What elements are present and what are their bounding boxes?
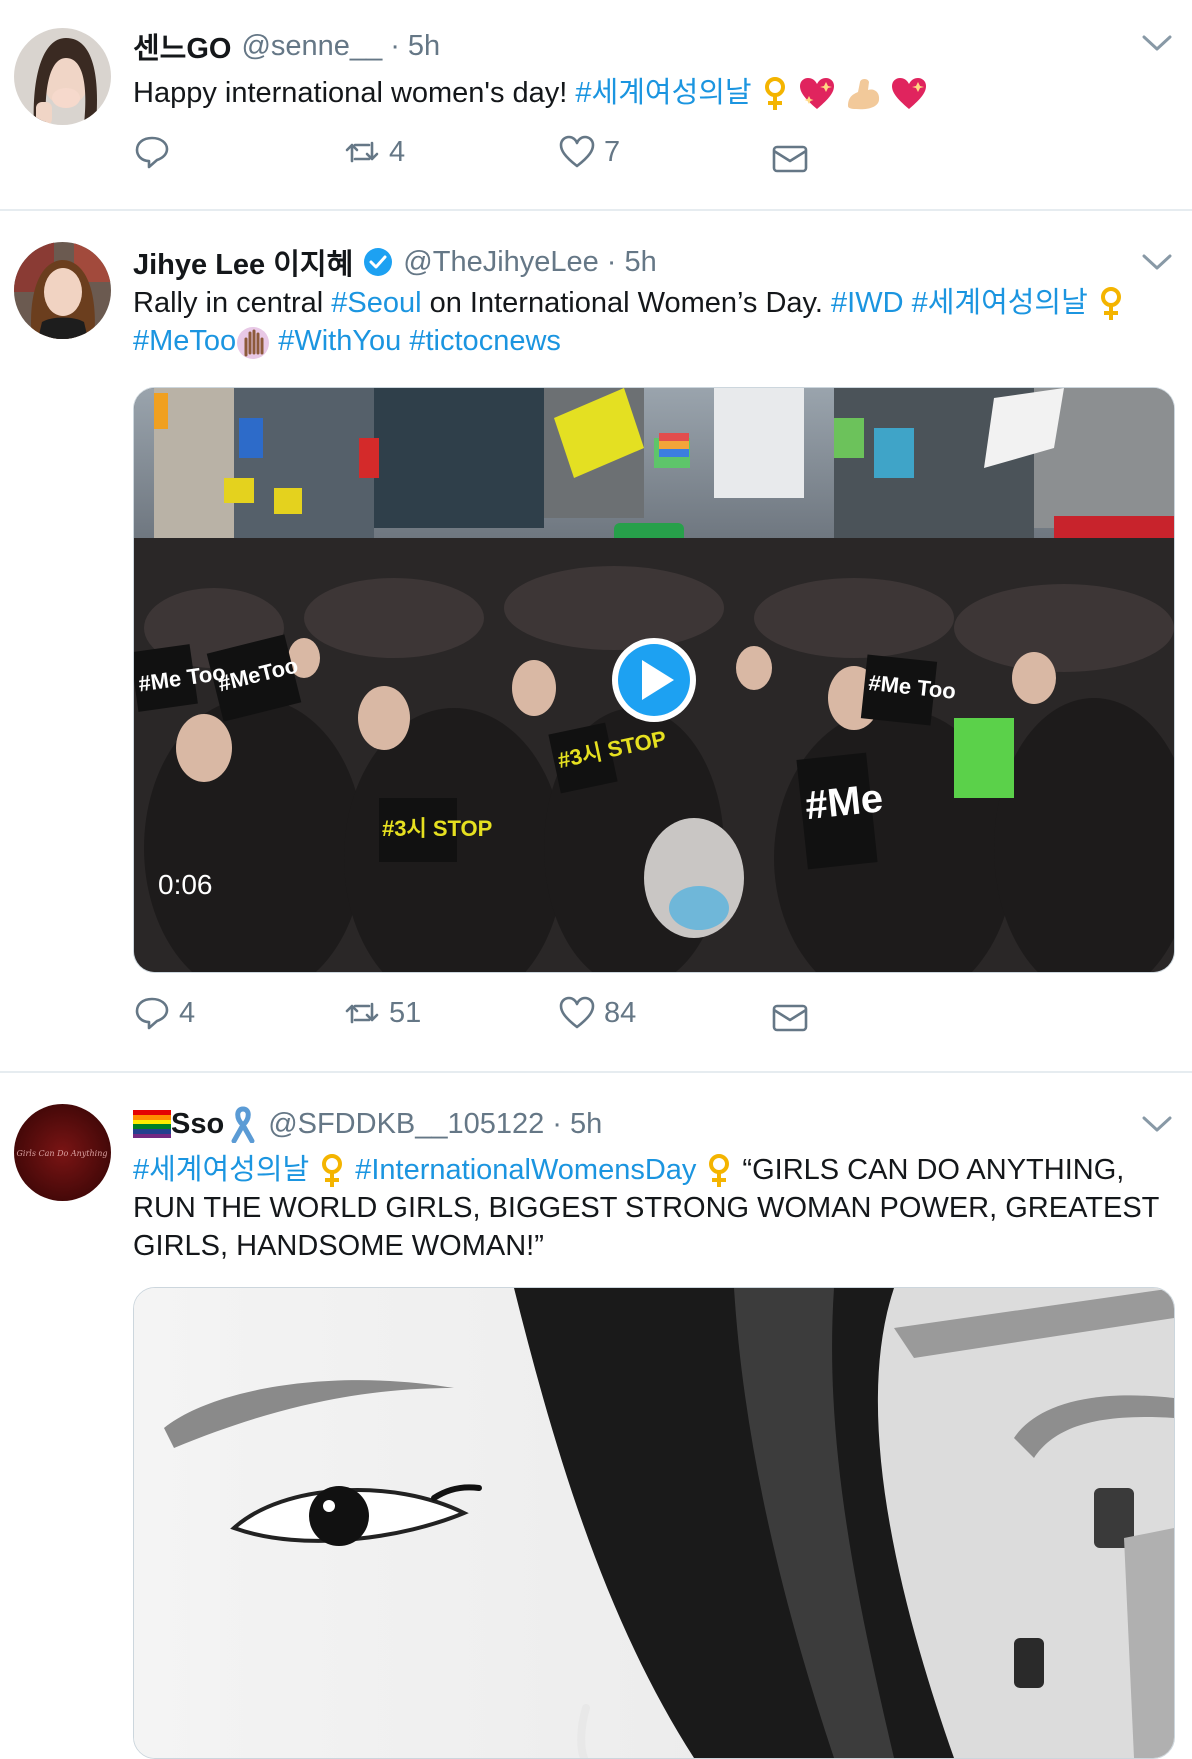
rainbow-flag-emoji [133, 1110, 171, 1138]
video-player[interactable]: #Me Too #3시 STOP #MeToo #Me Too #3시 STOP… [133, 387, 1175, 973]
hashtag-link[interactable]: #세계여성의날 [133, 1154, 309, 1186]
like-count: 7 [604, 135, 621, 168]
separator: · [390, 29, 400, 62]
avatar[interactable] [14, 242, 111, 339]
retweet-arrows-icon [345, 141, 379, 163]
tweet-actions: 4 51 84 [133, 993, 833, 1033]
tweet-text: Happy international women's day! #세계여성의날 [133, 74, 1173, 112]
tweet-image[interactable] [133, 1287, 1175, 1759]
raised-hand-emoji [237, 326, 270, 359]
video-duration: 0:06 [158, 869, 213, 900]
hashtag-link[interactable]: #tictocnews [409, 325, 561, 357]
hashtag-link[interactable]: #InternationalWomensDay [355, 1154, 696, 1186]
like-count: 84 [604, 996, 637, 1029]
speech-bubble-icon [135, 997, 169, 1030]
timestamp[interactable]: 5h [624, 246, 656, 279]
handle[interactable]: @SFDDKB__105122 [268, 1108, 544, 1141]
hashtag-link[interactable]: #WithYou [278, 325, 401, 357]
female-sign-emoji [322, 1154, 343, 1188]
retweet-button[interactable]: 4 [343, 132, 405, 172]
envelope-icon [772, 145, 808, 173]
handle[interactable]: @senne__ [241, 30, 382, 63]
tweet-text: Rally in central #Seoul on International… [133, 284, 1173, 361]
retweet-arrows-icon [345, 1002, 379, 1024]
female-sign-emoji [764, 77, 785, 111]
avatar-logo-text: Girls Can Do Anything [17, 1149, 108, 1158]
display-name[interactable]: 센느GO [133, 25, 231, 67]
play-icon[interactable] [612, 638, 696, 722]
reply-count: 4 [179, 996, 196, 1029]
avatar[interactable]: Girls Can Do Anything [14, 1104, 111, 1201]
female-sign-emoji [1100, 287, 1121, 321]
timestamp[interactable]: 5h [570, 1108, 602, 1141]
chevron-down-icon[interactable] [1140, 32, 1174, 54]
display-name[interactable]: Sso [171, 1108, 224, 1141]
ribbon-emoji [231, 1106, 255, 1143]
hashtag-link[interactable]: #Seoul [331, 287, 421, 319]
retweet-button[interactable]: 51 [343, 993, 421, 1033]
timestamp[interactable]: 5h [408, 30, 440, 63]
separator: · [606, 245, 617, 278]
hashtag-link[interactable]: #MeToo [133, 325, 236, 357]
selfie-photo [134, 1288, 1174, 1758]
tweet-3[interactable]: Girls Can Do Anything Sso @SFDDKB__10512… [0, 1073, 1192, 1759]
like-button[interactable]: 84 [558, 993, 636, 1033]
direct-message-button[interactable] [771, 138, 809, 178]
tweet-text: #세계여성의날 #InternationalWomensDay “GIRLS CAN… [133, 1151, 1173, 1265]
like-button[interactable]: 7 [558, 132, 620, 172]
display-name[interactable]: Jihye Lee 이지혜 [133, 241, 353, 283]
video-thumbnail: #Me Too #3시 STOP #MeToo #Me Too #3시 STOP… [134, 388, 1174, 972]
tweet-body: Rally in central [133, 287, 332, 319]
tweet-header: Jihye Lee 이지혜 @TheJihyeLee · 5h [133, 242, 657, 282]
hashtag-link[interactable]: #세계여성의날 [575, 77, 751, 109]
tweet-header: 센느GO @senne__ · 5h [133, 26, 440, 66]
tweet-1[interactable]: 센느GO @senne__ · 5h Happy international w… [0, 0, 1192, 210]
tweet-body: on International Women’s Day. [421, 287, 832, 319]
sparkling-heart-emoji [891, 78, 926, 110]
avatar[interactable] [14, 28, 111, 125]
handle[interactable]: @TheJihyeLee [403, 246, 599, 279]
reply-button[interactable]: 4 [133, 993, 195, 1033]
speech-bubble-icon [135, 136, 169, 169]
direct-message-button[interactable] [771, 997, 809, 1037]
tweet-body: Happy international women's day! [133, 77, 576, 109]
verified-badge-icon [364, 248, 393, 276]
envelope-icon [772, 1004, 808, 1032]
chevron-down-icon[interactable] [1140, 1113, 1174, 1135]
heart-icon [559, 135, 595, 168]
tweet-2[interactable]: Jihye Lee 이지혜 @TheJihyeLee · 5h Rally in… [0, 211, 1192, 1071]
hashtag-link[interactable]: #세계여성의날 [912, 287, 1088, 319]
reply-button[interactable] [133, 132, 179, 172]
hashtag-link[interactable]: #IWD [831, 287, 904, 319]
tweet-header: Sso @SFDDKB__105122 · 5h [133, 1104, 602, 1144]
retweet-count: 51 [389, 996, 422, 1029]
protest-sign-text: #3시 STOP [382, 816, 492, 841]
retweet-count: 4 [389, 135, 406, 168]
heart-icon [559, 996, 595, 1029]
chevron-down-icon[interactable] [1140, 251, 1174, 273]
tweet-actions: 4 7 [133, 132, 833, 173]
female-sign-emoji [709, 1154, 730, 1188]
sparkling-heart-emoji [799, 78, 834, 110]
flexed-biceps-emoji [847, 79, 879, 110]
separator: · [552, 1107, 562, 1140]
protest-sign-text: #Me [803, 776, 885, 828]
